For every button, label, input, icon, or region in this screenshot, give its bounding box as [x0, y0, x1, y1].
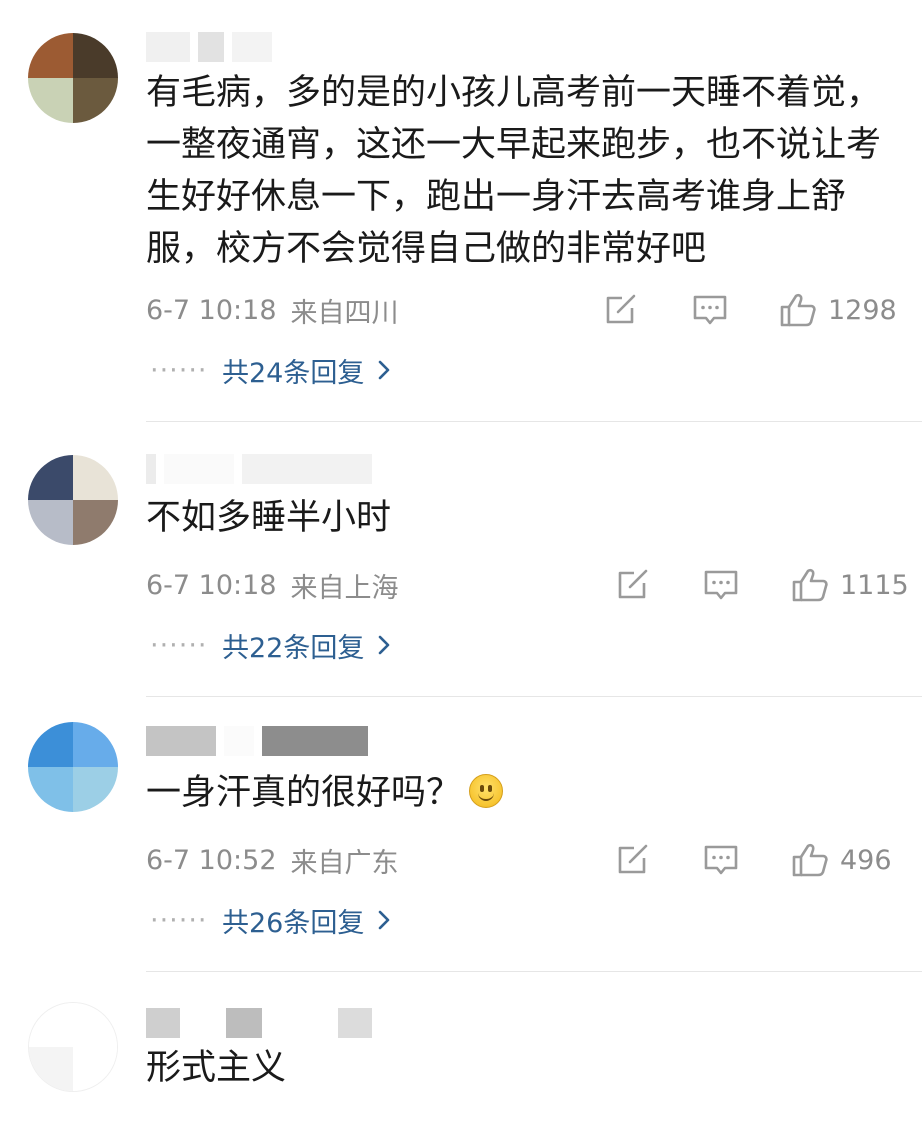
replies-link[interactable]: ······ 共24条回复 [150, 350, 392, 390]
avatar[interactable] [28, 722, 118, 812]
divider [146, 696, 922, 697]
replies-dots: ······ [150, 354, 208, 386]
replies-dots: ······ [150, 629, 208, 661]
comment-meta: 6-7 10:52 来自广东 [146, 840, 399, 880]
chevron-right-icon [379, 635, 390, 655]
chevron-right-icon [379, 910, 390, 930]
comment-button[interactable] [701, 565, 741, 605]
like-button[interactable]: 1115 [790, 565, 909, 605]
comment-icon [690, 290, 730, 330]
comment-location: 来自上海 [290, 572, 399, 604]
comment-icon [701, 565, 741, 605]
avatar[interactable] [28, 455, 118, 545]
like-count: 496 [840, 844, 892, 876]
repost-button[interactable] [612, 840, 652, 880]
comment-text: 不如多睡半小时 [146, 498, 392, 538]
repost-icon [600, 290, 640, 330]
comment-location: 来自四川 [290, 297, 399, 329]
comment-text-body: 一身汗真的很好吗？ [146, 773, 462, 813]
chevron-right-icon [379, 360, 390, 380]
comment-text: 有毛病，多的是的小孩儿高考前一天睡不着觉，一整夜通宵，这还一大早起来跑步，也不说… [146, 73, 882, 269]
comment-icon [701, 840, 741, 880]
reply-count: 共24条回复 [222, 357, 365, 389]
username-blurred[interactable] [146, 724, 368, 758]
replies-link[interactable]: ······ 共26条回复 [150, 900, 392, 940]
username-blurred[interactable] [146, 30, 272, 64]
repost-button[interactable] [600, 290, 640, 330]
repost-icon [612, 565, 652, 605]
comment-time: 6-7 10:52 [146, 844, 277, 876]
like-button[interactable]: 496 [790, 840, 892, 880]
comment-meta: 6-7 10:18 来自上海 [146, 565, 399, 605]
avatar[interactable] [28, 33, 118, 123]
like-icon [778, 290, 818, 330]
comment-text: 一身汗真的很好吗？ [146, 767, 886, 819]
comment-time: 6-7 10:18 [146, 294, 277, 326]
divider [146, 421, 922, 422]
repost-button[interactable] [612, 565, 652, 605]
comment-text: 形式主义 [146, 1048, 287, 1088]
reply-count: 共22条回复 [222, 632, 365, 664]
comment-location: 来自广东 [290, 847, 399, 879]
comment-meta: 6-7 10:18 来自四川 [146, 290, 399, 330]
comment-button[interactable] [701, 840, 741, 880]
comment-button[interactable] [690, 290, 730, 330]
like-button[interactable]: 1298 [778, 290, 897, 330]
reply-count: 共26条回复 [222, 907, 365, 939]
username-blurred[interactable] [146, 452, 372, 486]
comment-time: 6-7 10:18 [146, 569, 277, 601]
smile-emoji-icon [469, 774, 504, 808]
like-icon [790, 840, 830, 880]
replies-link[interactable]: ······ 共22条回复 [150, 625, 392, 665]
repost-icon [612, 840, 652, 880]
replies-dots: ······ [150, 904, 208, 936]
username-blurred[interactable] [146, 1006, 372, 1040]
like-count: 1298 [828, 294, 897, 326]
divider [146, 971, 922, 972]
avatar[interactable] [28, 1002, 118, 1092]
like-icon [790, 565, 830, 605]
like-count: 1115 [840, 569, 909, 601]
